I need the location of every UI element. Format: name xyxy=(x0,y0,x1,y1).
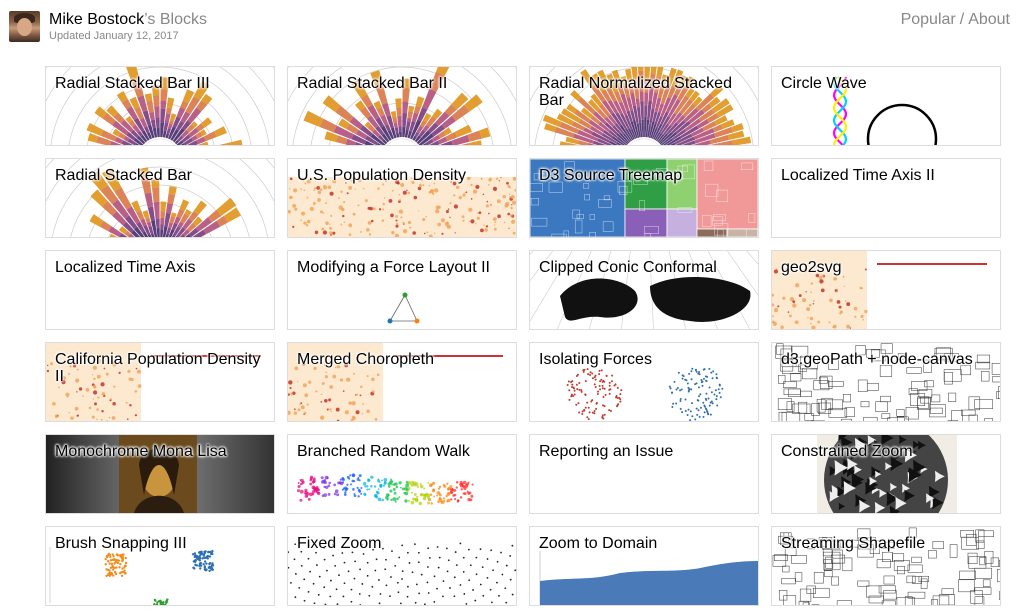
title-suffix: ’s Blocks xyxy=(144,11,207,28)
nav-separator: / xyxy=(959,11,965,28)
block-card[interactable]: Localized Time Axis xyxy=(45,250,275,330)
owner-link[interactable]: Mike Bostock xyxy=(49,11,144,28)
block-title[interactable]: Reporting an Issue xyxy=(539,443,750,460)
block-card[interactable]: Streaming Shapefile xyxy=(771,526,1001,606)
avatar-face xyxy=(17,18,32,36)
block-card[interactable]: Zoom to Domain xyxy=(529,526,759,606)
block-title[interactable]: Clipped Conic Conformal xyxy=(539,259,750,276)
block-title[interactable]: Branched Random Walk xyxy=(297,443,508,460)
block-title[interactable]: Isolating Forces xyxy=(539,351,750,368)
block-title[interactable]: U.S. Population Density xyxy=(297,167,508,184)
block-title[interactable]: Radial Stacked Bar xyxy=(55,167,266,184)
block-card[interactable]: Modifying a Force Layout II xyxy=(287,250,517,330)
nav-about-link[interactable]: About xyxy=(968,11,1010,28)
block-title[interactable]: Localized Time Axis II xyxy=(781,167,992,184)
block-title[interactable]: Streaming Shapefile xyxy=(781,535,992,552)
block-title[interactable]: Brush Snapping III xyxy=(55,535,266,552)
block-title[interactable]: geo2svg xyxy=(781,259,992,276)
block-card[interactable]: Monochrome Mona Lisa xyxy=(45,434,275,514)
block-card[interactable]: California Population Density II xyxy=(45,342,275,422)
site-header: Mike Bostock’s Blocks Updated January 12… xyxy=(0,0,1025,50)
page-title: Mike Bostock’s Blocks xyxy=(49,11,207,29)
block-title[interactable]: Monochrome Mona Lisa xyxy=(55,443,266,460)
block-title[interactable]: Radial Normalized Stacked Bar xyxy=(539,75,750,109)
block-card[interactable]: geo2svg xyxy=(771,250,1001,330)
block-title[interactable]: Merged Choropleth xyxy=(297,351,508,368)
block-card[interactable]: d3.geoPath + node-canvas xyxy=(771,342,1001,422)
block-title[interactable]: Circle Wave xyxy=(781,75,992,92)
block-card[interactable]: Fixed Zoom xyxy=(287,526,517,606)
block-title[interactable]: Radial Stacked Bar III xyxy=(55,75,266,92)
nav-popular-link[interactable]: Popular xyxy=(901,11,956,28)
block-title[interactable]: Zoom to Domain xyxy=(539,535,750,552)
top-nav: Popular / About xyxy=(901,11,1010,29)
block-card[interactable]: D3 Source Treemap xyxy=(529,158,759,238)
block-title[interactable]: Localized Time Axis xyxy=(55,259,266,276)
block-card[interactable]: Constrained Zoom xyxy=(771,434,1001,514)
block-title[interactable]: California Population Density II xyxy=(55,351,266,385)
block-title[interactable]: Fixed Zoom xyxy=(297,535,508,552)
block-title[interactable]: D3 Source Treemap xyxy=(539,167,750,184)
updated-date: Updated January 12, 2017 xyxy=(49,30,179,42)
block-card[interactable]: U.S. Population Density xyxy=(287,158,517,238)
block-card[interactable]: Isolating Forces xyxy=(529,342,759,422)
block-title[interactable]: Radial Stacked Bar II xyxy=(297,75,508,92)
avatar[interactable] xyxy=(9,11,40,42)
block-card[interactable]: Localized Time Axis II xyxy=(771,158,1001,238)
block-card[interactable]: Radial Stacked Bar II xyxy=(287,66,517,146)
block-card[interactable]: Radial Stacked Bar xyxy=(45,158,275,238)
block-card[interactable]: Merged Choropleth xyxy=(287,342,517,422)
block-card[interactable]: Radial Normalized Stacked Bar xyxy=(529,66,759,146)
block-card[interactable]: Clipped Conic Conformal xyxy=(529,250,759,330)
block-title[interactable]: Constrained Zoom xyxy=(781,443,992,460)
block-title[interactable]: Modifying a Force Layout II xyxy=(297,259,508,276)
block-title[interactable]: d3.geoPath + node-canvas xyxy=(781,351,992,368)
block-card[interactable]: Reporting an Issue xyxy=(529,434,759,514)
block-card[interactable]: Branched Random Walk xyxy=(287,434,517,514)
block-card[interactable]: Radial Stacked Bar III xyxy=(45,66,275,146)
block-card[interactable]: Brush Snapping III xyxy=(45,526,275,606)
block-card[interactable]: Circle Wave xyxy=(771,66,1001,146)
